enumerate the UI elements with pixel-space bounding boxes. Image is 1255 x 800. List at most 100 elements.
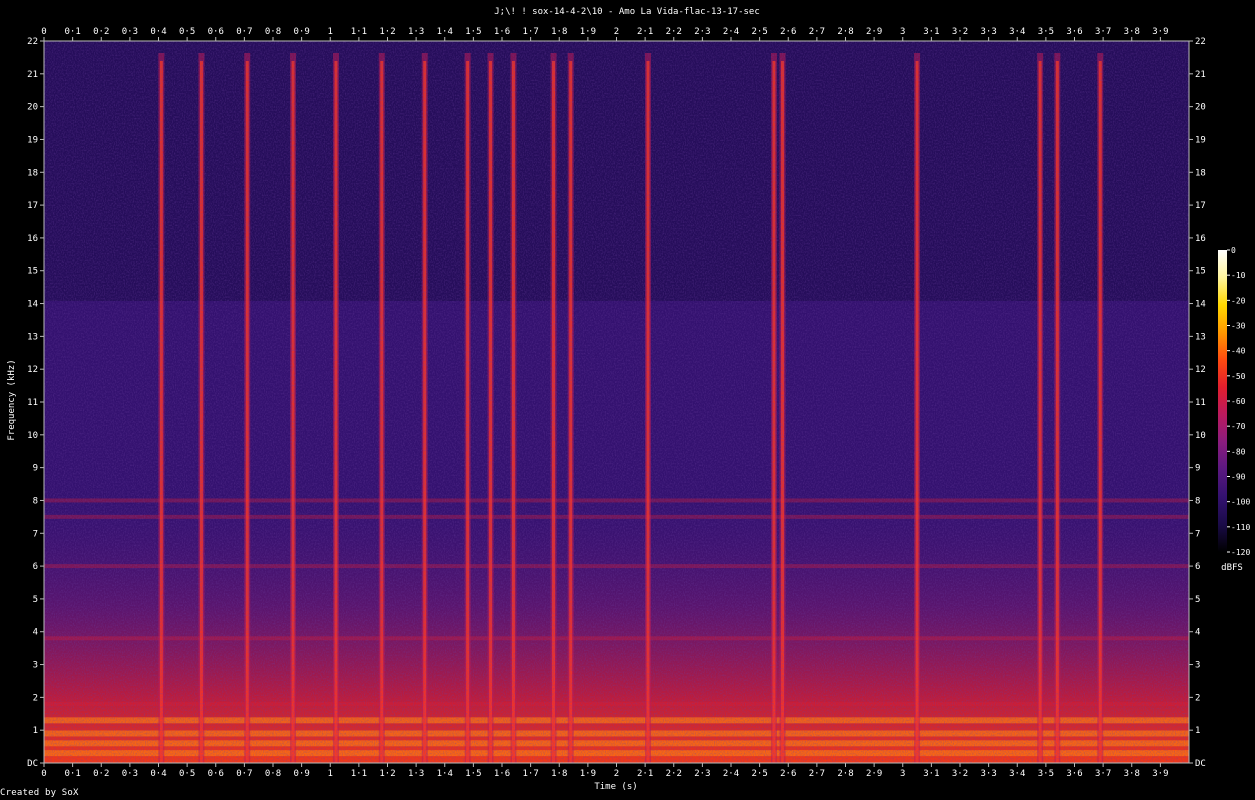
y-tick-right-label: 18 [1195,168,1206,178]
x-tick-bottom-label: 3·7 [1095,769,1111,779]
colorbar-tick-label: -90 [1231,473,1246,482]
y-tick-left-label: 11 [27,398,38,408]
x-tick-top-label: 1·2 [379,27,395,37]
created-by-note: Created by SoX [0,788,79,798]
y-tick-left-label: 12 [27,365,38,375]
x-tick-top-label: 2·6 [780,27,796,37]
y-tick-left-label: 14 [27,300,38,310]
x-tick-bottom-label: 1·2 [379,769,395,779]
x-tick-top-label: 3·1 [923,27,939,37]
x-tick-top-label: 3·4 [1009,27,1025,37]
x-tick-top-label: 1·8 [551,27,567,37]
spectrogram-chart: J;\! ! sox-14-4-2\10 - Amo La Vida-flac-… [7,7,1250,792]
x-axis-label: Time (s) [594,782,637,792]
x-tick-bottom-label: 1·7 [522,769,538,779]
y-tick-left-label: 3 [33,661,38,671]
y-tick-right-label: 9 [1195,464,1200,474]
y-tick-right-label: DC [1195,759,1206,769]
x-tick-top-label: 3·6 [1066,27,1082,37]
colorbar-tick-label: 0 [1231,246,1236,255]
colorbar-tick-label: -70 [1231,422,1246,431]
x-tick-bottom-label: 0·7 [236,769,252,779]
x-tick-top-label: 3 [900,27,905,37]
y-tick-right-label: 1 [1195,726,1200,736]
x-tick-bottom-label: 1·5 [465,769,481,779]
x-tick-top-label: 0·1 [64,27,80,37]
colorbar-tick-label: -110 [1231,523,1250,532]
colorbar-tick-label: -30 [1231,322,1246,331]
y-tick-left-label: DC [27,759,38,769]
x-tick-top-label: 2·1 [637,27,653,37]
spectrogram-window: J;\! ! sox-14-4-2\10 - Amo La Vida-flac-… [0,0,1255,800]
y-tick-left-label: 6 [33,562,38,572]
colorbar-tick-label: -100 [1231,498,1250,507]
x-tick-bottom-label: 1·1 [351,769,367,779]
y-tick-right-label: 7 [1195,529,1200,539]
colorbar-tick-label: -40 [1231,347,1246,356]
y-tick-right-label: 3 [1195,661,1200,671]
colorbar-ticks: 0 -10 -20 -30 -40 -50 -60 -70 -80 -90 -100 -110 -120 [1227,246,1250,557]
y-tick-left-label: 17 [27,201,38,211]
x-tick-bottom-label: 2·7 [809,769,825,779]
x-tick-top-label: 2·5 [751,27,767,37]
x-tick-bottom-label: 3·9 [1152,769,1168,779]
y-tick-right-label: 6 [1195,562,1200,572]
x-tick-top-label: 1·3 [408,27,424,37]
x-tick-bottom-label: 2·9 [866,769,882,779]
y-tick-left-label: 8 [33,496,38,506]
x-tick-bottom-label: 2·3 [694,769,710,779]
x-tick-top-label: 0·2 [93,27,109,37]
x-tick-bottom-label: 0·4 [150,769,166,779]
colorbar-tick-label: -120 [1231,548,1250,557]
x-tick-top-label: 3·3 [980,27,996,37]
noise-texture [44,41,1189,763]
x-tick-top-label: 3·8 [1124,27,1140,37]
x-tick-bottom-label: 0·5 [179,769,195,779]
x-tick-top-label: 0·3 [122,27,138,37]
y-tick-left-label: 10 [27,431,38,441]
x-tick-bottom-label: 0·3 [122,769,138,779]
y-tick-right-label: 13 [1195,332,1206,342]
x-tick-top-label: 3·7 [1095,27,1111,37]
y-tick-left-label: 15 [27,267,38,277]
y-tick-left-label: 13 [27,332,38,342]
x-tick-bottom-label: 1·6 [494,769,510,779]
x-tick-bottom-label: 2·6 [780,769,796,779]
x-tick-top-label: 1·6 [494,27,510,37]
x-tick-bottom-label: 3·8 [1124,769,1140,779]
y-tick-right-label: 12 [1195,365,1206,375]
colorbar-tick-label: -50 [1231,372,1246,381]
x-tick-bottom-label: 2·2 [666,769,682,779]
x-tick-bottom-label: 0·1 [64,769,80,779]
x-tick-top-label: 2·7 [809,27,825,37]
colorbar-tick-label: -60 [1231,397,1246,406]
y-axis-label: Frequency (kHz) [7,359,17,440]
x-tick-top-label: 3·5 [1038,27,1054,37]
x-tick-bottom-label: 2 [614,769,619,779]
y-tick-left-label: 7 [33,529,38,539]
y-tick-right-label: 14 [1195,300,1206,310]
colorbar: 0 -10 -20 -30 -40 -50 -60 -70 -80 -90 -100 -110 -120… [1218,246,1250,573]
y-tick-right-label: 5 [1195,595,1200,605]
x-tick-bottom-label: 0 [41,769,46,779]
colorbar-tick-label: -10 [1231,271,1246,280]
x-tick-top-label: 2·2 [666,27,682,37]
x-tick-bottom-label: 1·8 [551,769,567,779]
x-tick-bottom-label: 2·8 [837,769,853,779]
y-tick-right-label: 11 [1195,398,1206,408]
x-tick-bottom-label: 2·5 [751,769,767,779]
x-tick-bottom-label: 0·2 [93,769,109,779]
colorbar-tick-label: -20 [1231,296,1246,305]
y-tick-left-label: 5 [33,595,38,605]
x-tick-bottom-label: 1·4 [437,769,453,779]
x-tick-top-label: 2·9 [866,27,882,37]
x-tick-bottom-label: 3·4 [1009,769,1025,779]
y-tick-right-label: 10 [1195,431,1206,441]
y-tick-right-label: 8 [1195,496,1200,506]
x-tick-top-label: 0·8 [265,27,281,37]
y-tick-left-label: 16 [27,234,38,244]
y-tick-right-label: 19 [1195,135,1206,145]
y-tick-left-label: 20 [27,103,38,113]
y-tick-left-label: 1 [33,726,38,736]
x-tick-top-label: 0·9 [293,27,309,37]
